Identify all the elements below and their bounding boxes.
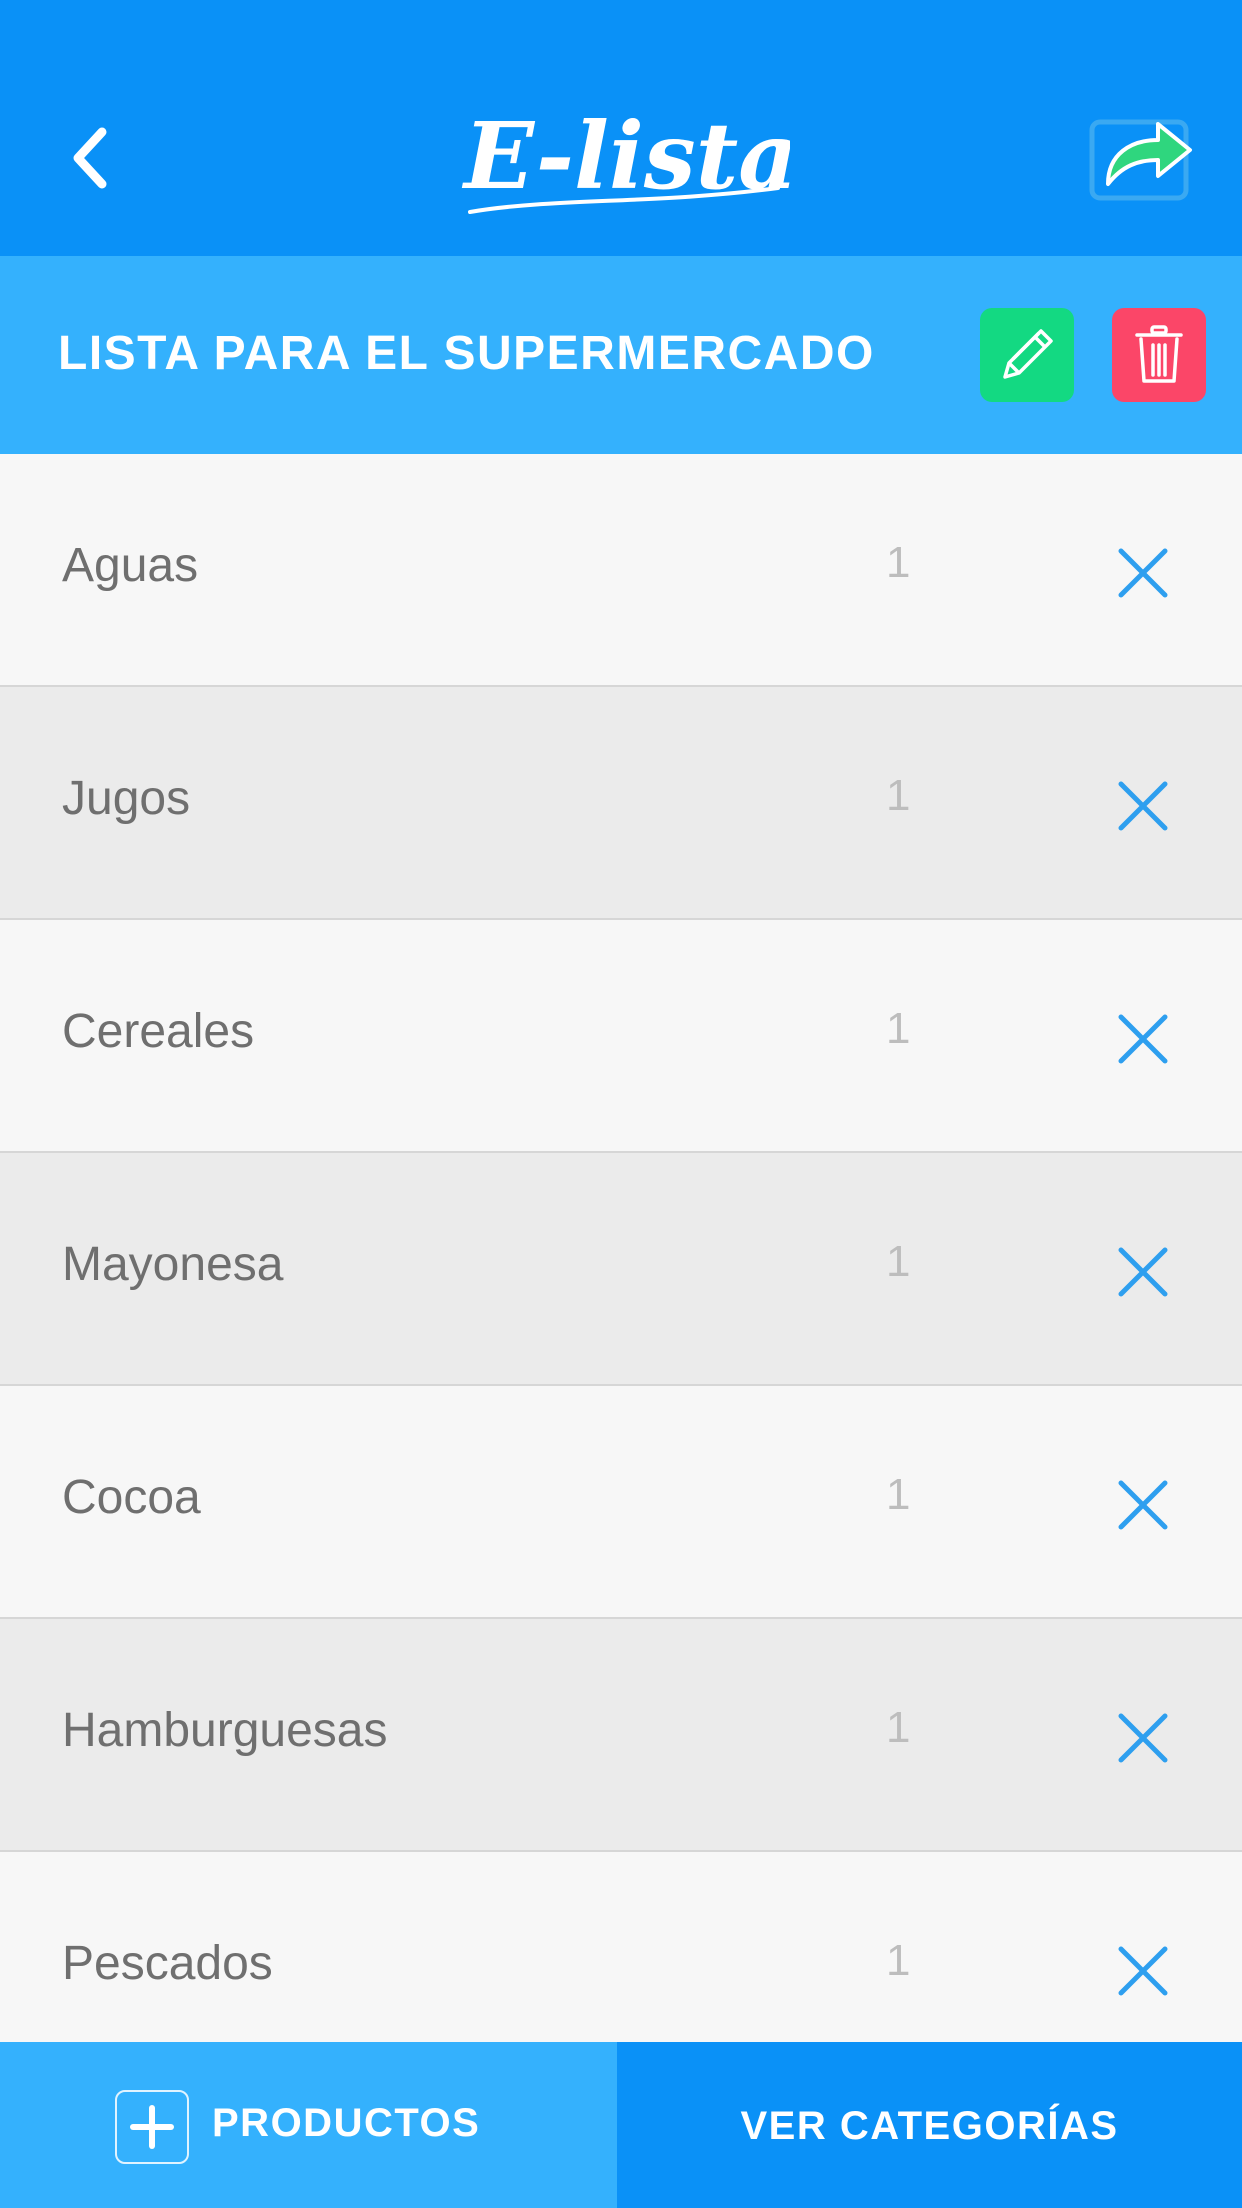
pencil-icon bbox=[1003, 329, 1053, 379]
item-quantity: 1 bbox=[886, 1936, 911, 1985]
item-name: Cocoa bbox=[62, 1471, 201, 1524]
close-icon[interactable] bbox=[1116, 1012, 1170, 1066]
products-label: PRODUCTOS bbox=[212, 2101, 481, 2145]
app-logo: E-lista bbox=[460, 88, 798, 228]
item-quantity: 1 bbox=[886, 1470, 911, 1519]
list-title-bar: LISTA PARA EL SUPERMERCADO bbox=[0, 256, 1242, 454]
close-icon[interactable] bbox=[1116, 1711, 1170, 1765]
item-quantity: 1 bbox=[886, 771, 911, 820]
list-title: LISTA PARA EL SUPERMERCADO bbox=[58, 327, 875, 380]
item-quantity: 1 bbox=[886, 538, 911, 587]
edit-list-button[interactable] bbox=[980, 308, 1074, 402]
share-button[interactable] bbox=[1086, 104, 1196, 204]
bottom-action-bar: PRODUCTOS VER CATEGORÍAS bbox=[0, 2042, 1242, 2208]
plus-icon bbox=[115, 2090, 189, 2164]
item-name: Aguas bbox=[62, 539, 199, 592]
add-products-button[interactable]: PRODUCTOS bbox=[0, 2042, 617, 2208]
trash-icon bbox=[1135, 325, 1183, 383]
item-name: Cereales bbox=[62, 1005, 255, 1058]
close-icon[interactable] bbox=[1116, 1478, 1170, 1532]
item-name: Jugos bbox=[62, 772, 191, 825]
close-icon[interactable] bbox=[1116, 1944, 1170, 1998]
close-icon[interactable] bbox=[1116, 546, 1170, 600]
list-item[interactable]: Cocoa 1 bbox=[0, 1386, 1242, 1619]
chevron-left-icon bbox=[73, 127, 107, 189]
item-quantity: 1 bbox=[886, 1703, 911, 1752]
item-name: Hamburguesas bbox=[62, 1704, 388, 1757]
shopping-list: Aguas 1 Jugos 1 Cereales 1 Mayonesa 1 Co… bbox=[0, 454, 1242, 2042]
back-button[interactable] bbox=[60, 118, 130, 198]
list-item[interactable]: Jugos 1 bbox=[0, 687, 1242, 920]
view-categories-button[interactable]: VER CATEGORÍAS bbox=[617, 2042, 1242, 2208]
list-item[interactable]: Pescados 1 bbox=[0, 1852, 1242, 2042]
list-item[interactable]: Mayonesa 1 bbox=[0, 1153, 1242, 1386]
item-quantity: 1 bbox=[886, 1004, 911, 1053]
item-name: Pescados bbox=[62, 1937, 273, 1990]
close-icon[interactable] bbox=[1116, 779, 1170, 833]
delete-list-button[interactable] bbox=[1112, 308, 1206, 402]
close-icon[interactable] bbox=[1116, 1245, 1170, 1299]
list-item[interactable]: Hamburguesas 1 bbox=[0, 1619, 1242, 1852]
list-item[interactable]: Aguas 1 bbox=[0, 454, 1242, 687]
categories-label: VER CATEGORÍAS bbox=[740, 2104, 1119, 2148]
item-name: Mayonesa bbox=[62, 1238, 284, 1291]
item-quantity: 1 bbox=[886, 1237, 911, 1286]
app-header: E-lista bbox=[0, 0, 1242, 256]
list-item[interactable]: Cereales 1 bbox=[0, 920, 1242, 1153]
share-icon bbox=[1089, 119, 1192, 201]
